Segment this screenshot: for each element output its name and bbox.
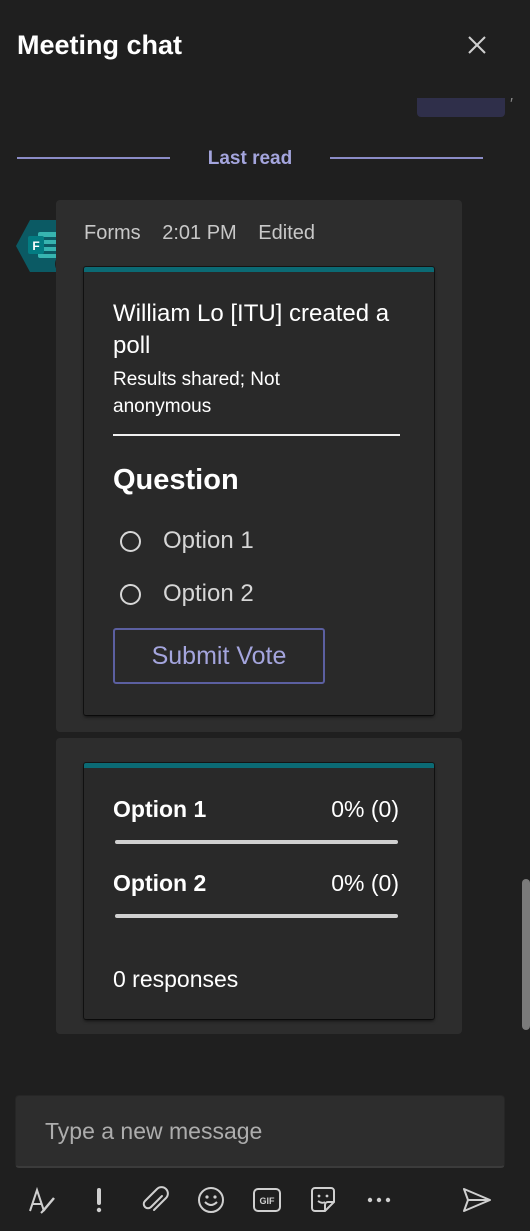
divider-line-right xyxy=(330,157,483,159)
gif-button[interactable]: GIF xyxy=(250,1183,284,1217)
gif-icon: GIF xyxy=(253,1188,281,1212)
close-button[interactable] xyxy=(462,30,492,60)
submit-vote-button[interactable]: Submit Vote xyxy=(113,628,325,684)
avatar-letter: F xyxy=(32,239,39,253)
radio-button[interactable] xyxy=(120,530,141,552)
message-time: 2:01 PM xyxy=(162,222,237,244)
send-button[interactable] xyxy=(460,1183,494,1217)
message-bubble: Option 1 0% (0) Option 2 0% (0) 0 respon… xyxy=(56,738,462,1034)
divider-line-left xyxy=(17,157,170,159)
poll-title: William Lo [ITU] created a poll xyxy=(113,300,390,359)
format-button[interactable] xyxy=(26,1183,60,1217)
previous-message-bubble xyxy=(417,98,505,117)
scrollbar-thumb[interactable] xyxy=(522,879,530,1030)
radio-button[interactable] xyxy=(120,583,141,605)
poll-separator xyxy=(113,434,400,436)
poll-option-1[interactable]: Option 1 xyxy=(120,526,254,556)
important-icon xyxy=(96,1188,102,1213)
poll-option-2[interactable]: Option 2 xyxy=(120,579,254,609)
edited-label: Edited xyxy=(258,222,315,244)
poll-subtitle: Results shared; Not anonymous xyxy=(113,369,280,417)
attach-icon xyxy=(142,1186,169,1211)
important-button[interactable] xyxy=(82,1183,116,1217)
poll-option-label: Option 1 xyxy=(163,527,254,554)
result-bar xyxy=(115,840,398,844)
last-read-label: Last read xyxy=(207,148,293,169)
more-icon xyxy=(367,1197,391,1203)
message-meta: Forms 2:01 PM Edited xyxy=(84,222,331,245)
result-option-name: Option 2 xyxy=(113,870,207,896)
sender-name: Forms xyxy=(84,222,141,244)
message-bubble: Forms 2:01 PM Edited William Lo [ITU] cr… xyxy=(56,200,462,732)
result-value: 0% (0) xyxy=(331,870,399,896)
emoji-button[interactable] xyxy=(194,1183,228,1217)
emoji-icon xyxy=(198,1187,224,1213)
close-icon xyxy=(468,36,486,54)
poll-results-card: Option 1 0% (0) Option 2 0% (0) 0 respon… xyxy=(84,763,434,1019)
compose-box[interactable] xyxy=(15,1095,505,1168)
send-icon xyxy=(463,1188,491,1212)
gif-label: GIF xyxy=(260,1196,276,1206)
poll-card: William Lo [ITU] created a poll Results … xyxy=(84,267,434,715)
result-value: 0% (0) xyxy=(331,796,399,822)
poll-option-label: Option 2 xyxy=(163,580,254,607)
sticker-icon xyxy=(311,1187,335,1212)
message-input[interactable] xyxy=(16,1096,504,1166)
poll-question: Question xyxy=(113,464,239,496)
more-options-button[interactable] xyxy=(362,1183,396,1217)
result-option-name: Option 1 xyxy=(113,796,207,822)
result-bar xyxy=(115,914,398,918)
read-receipt-icon: ′ xyxy=(510,96,513,113)
response-count: 0 responses xyxy=(113,966,239,992)
chat-header: Meeting chat xyxy=(0,0,530,95)
attach-button[interactable] xyxy=(138,1183,172,1217)
format-icon xyxy=(29,1186,55,1214)
page-title: Meeting chat xyxy=(17,30,183,60)
sticker-button[interactable] xyxy=(306,1183,340,1217)
